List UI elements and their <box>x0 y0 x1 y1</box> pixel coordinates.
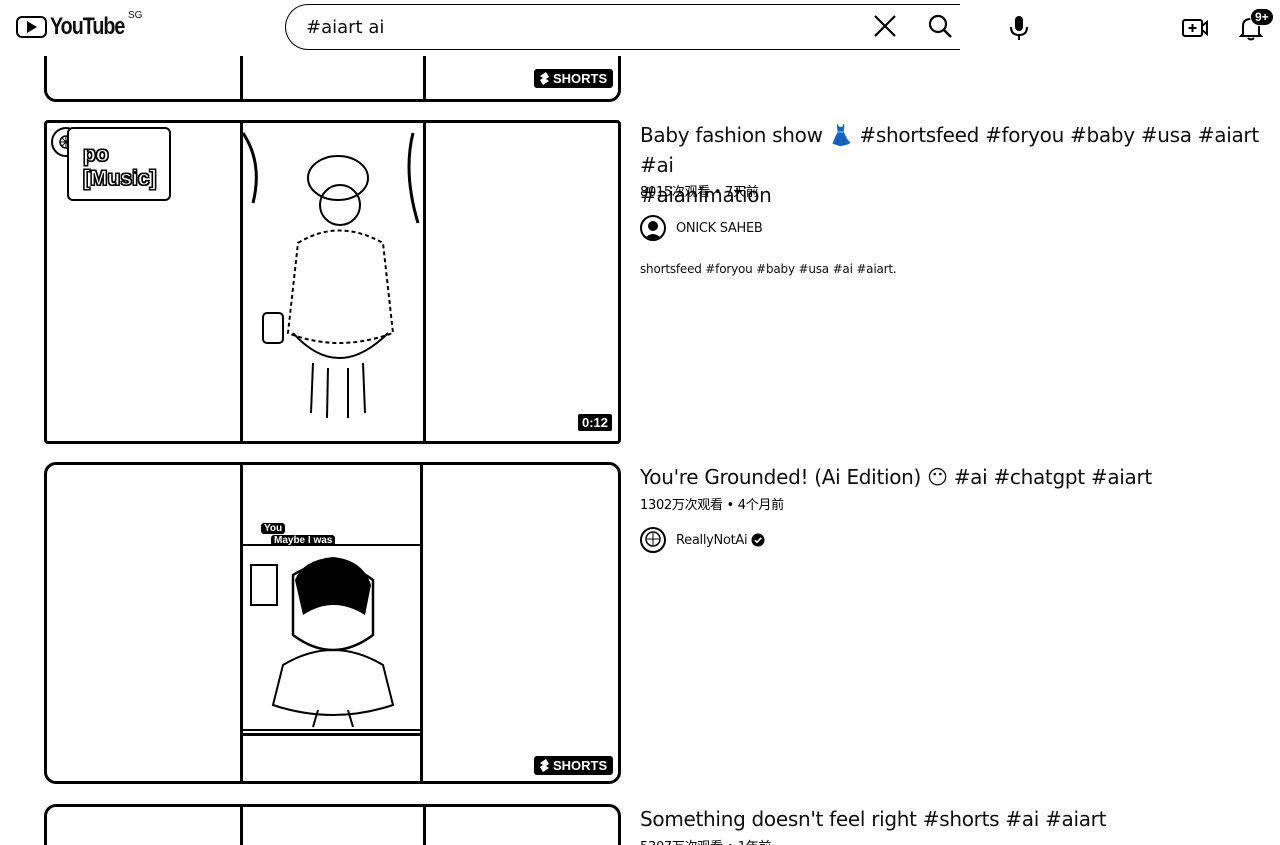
shorts-icon <box>540 72 549 85</box>
shorts-label: SHORTS <box>553 758 608 773</box>
video-thumbnail[interactable]: po [Music] 0:12 <box>44 120 621 444</box>
video-title[interactable]: You're Grounded! (Ai Edition) 😶 #ai #cha… <box>640 462 1260 492</box>
clear-search-button[interactable] <box>868 9 902 43</box>
voice-search-button[interactable] <box>1000 9 1038 47</box>
mic-icon <box>1010 16 1028 40</box>
channel-name[interactable]: ONICK SAHEB <box>676 221 763 236</box>
search-input[interactable]: #aiart ai <box>285 4 960 50</box>
logo-text: YouTube <box>50 13 125 40</box>
shorts-icon <box>540 759 549 772</box>
caption-text-2: [Music] <box>83 167 157 191</box>
channel-link[interactable]: ReallyNotAi <box>640 527 765 553</box>
avatar[interactable] <box>640 215 666 241</box>
video-meta: 1302万次观看 • 4个月前 <box>640 498 784 513</box>
region-code: SG <box>128 10 143 21</box>
video-title[interactable]: Something doesn't feel right #shorts #ai… <box>640 804 1260 834</box>
logo-icon <box>16 16 47 38</box>
baby-figure-image <box>241 132 420 419</box>
shorts-badge: SHORTS <box>533 755 615 776</box>
video-title-line-1[interactable]: Baby fashion show 👗 #shortsfeed #foryou … <box>640 120 1260 180</box>
search-query-text[interactable]: #aiart ai <box>306 17 384 38</box>
overlay-label-2: Maybe I was <box>271 535 336 546</box>
shorts-label: SHORTS <box>553 71 608 86</box>
video-description: shortsfeed #foryou #baby #usa #ai #aiart… <box>640 262 897 276</box>
youtube-logo[interactable]: YouTube <box>16 12 141 42</box>
video-thumbnail[interactable] <box>44 804 621 845</box>
overlay-label-1: You <box>261 523 286 534</box>
masthead: YouTube SG #aiart ai 9+ <box>0 0 1280 56</box>
video-thumbnail[interactable]: You Maybe I was SHORTS <box>44 462 621 784</box>
create-button[interactable] <box>1176 9 1214 47</box>
channel-name[interactable]: ReallyNotAi <box>676 533 748 548</box>
duration-badge: 0:12 <box>577 413 614 432</box>
shorts-badge: SHORTS <box>533 68 615 89</box>
create-icon <box>1182 19 1208 37</box>
video-meta: 5307万次观看 • 1年前 <box>640 836 771 845</box>
caption-overlay: po [Music] <box>67 127 171 201</box>
caption-text-1: po <box>83 143 110 167</box>
search-icon <box>928 14 952 38</box>
channel-link[interactable]: ONICK SAHEB <box>640 215 763 241</box>
notification-count-badge: 9+ <box>1250 8 1274 26</box>
search-button[interactable] <box>922 9 958 43</box>
avatar[interactable] <box>640 527 666 553</box>
grounded-character-image <box>240 544 428 736</box>
video-meta: 8015次观看 • 7天前 <box>640 185 759 200</box>
clear-icon <box>874 15 896 37</box>
verified-icon <box>751 533 765 547</box>
